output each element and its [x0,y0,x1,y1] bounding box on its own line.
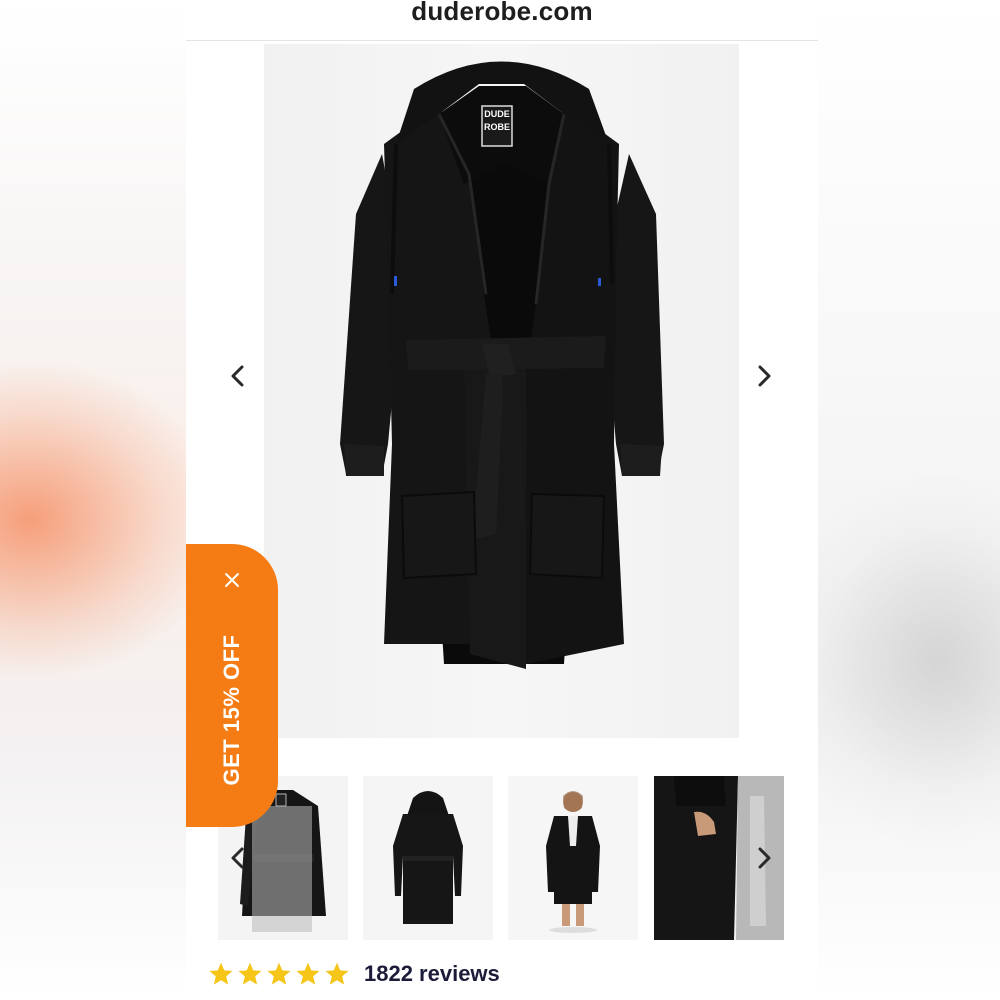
model-wearing-robe-thumbnail-image [508,776,638,940]
carousel-prev-button[interactable] [406,360,442,396]
mobile-page: duderobe.com DUDE ROBE GET 15% OFF 1822 … [186,0,818,1000]
robe-brand-tag-line2: ROBE [483,122,510,132]
carousel-next-button[interactable] [746,358,782,394]
black-robe-illustration [340,61,664,669]
chevron-right-icon [758,365,771,387]
site-url: duderobe.com [411,0,593,26]
thumbnail-prev-button[interactable] [220,840,256,876]
thumbnail-2[interactable] [363,776,493,940]
star-icon [209,962,233,985]
thumbnail-next-button[interactable] [746,840,782,876]
close-icon [225,573,239,587]
blurred-backdrop-left [0,0,186,1000]
blurred-backdrop-right [818,0,1000,1000]
discount-popup-tab[interactable]: GET 15% OFF [186,544,278,827]
carousel-prev-button[interactable] [220,358,256,394]
chevron-left-icon [231,365,244,387]
chevron-right-icon [758,847,771,869]
promo-label: GET 15% OFF [219,634,244,786]
star-icon [325,962,349,985]
thumbnail-3[interactable] [508,776,638,940]
star-rating [208,961,350,987]
address-bar[interactable]: duderobe.com [186,0,818,41]
robe-brand-tag-line1: DUDE [484,109,510,119]
star-icon [238,962,262,985]
star-icon [267,962,291,985]
review-count[interactable]: 1822 reviews [364,961,500,987]
reviews-summary[interactable]: 1822 reviews [208,956,500,992]
star-icon [296,962,320,985]
main-product-image: DUDE ROBE [264,44,739,738]
promo-close-button[interactable] [218,566,246,594]
chevron-left-icon [231,847,244,869]
product-image-carousel[interactable]: DUDE ROBE [208,44,798,738]
thumbnail-strip [186,770,818,946]
robe-back-thumbnail-image [363,776,493,940]
